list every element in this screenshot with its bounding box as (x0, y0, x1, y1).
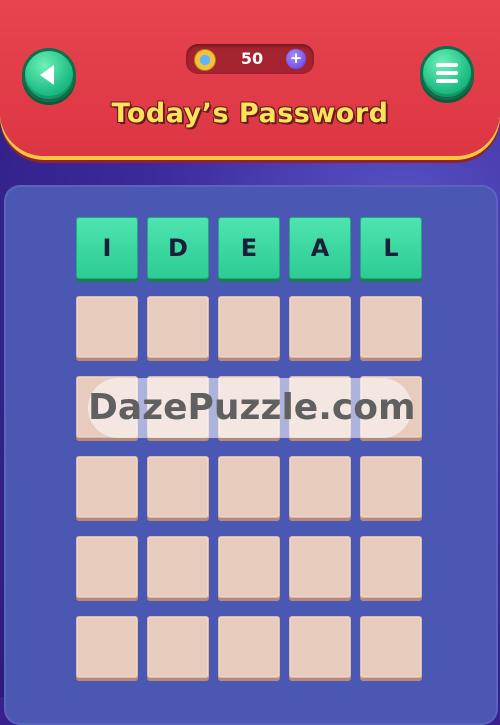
header-bar: 50 + Today’s Password (0, 0, 500, 156)
empty-tile (218, 296, 280, 358)
game-board: IDEAL (4, 185, 498, 725)
empty-tile (218, 616, 280, 678)
empty-tile (360, 456, 422, 518)
watermark: DazePuzzle.com (88, 378, 415, 438)
coin-value: 50 (240, 49, 264, 68)
empty-tile (147, 536, 209, 598)
letter-tile: L (360, 217, 422, 279)
empty-tile (147, 616, 209, 678)
add-coins-button[interactable]: + (286, 49, 306, 69)
empty-tile (289, 456, 351, 518)
letter-tile: D (147, 217, 209, 279)
empty-tile (289, 536, 351, 598)
empty-tile (218, 536, 280, 598)
menu-button[interactable] (420, 46, 474, 100)
empty-tile (147, 296, 209, 358)
empty-tile (218, 456, 280, 518)
letter-tile: I (76, 217, 138, 279)
empty-tile (289, 616, 351, 678)
empty-tile (76, 456, 138, 518)
empty-tile (360, 616, 422, 678)
empty-tile (76, 296, 138, 358)
empty-tile (360, 296, 422, 358)
menu-icon (436, 63, 458, 83)
empty-tile (76, 536, 138, 598)
empty-tile (147, 456, 209, 518)
empty-tile (76, 616, 138, 678)
empty-tile (360, 536, 422, 598)
letter-tile: A (289, 217, 351, 279)
letter-tile: E (218, 217, 280, 279)
back-arrow-icon (40, 65, 54, 85)
back-button[interactable] (22, 48, 76, 102)
coin-icon (194, 49, 216, 71)
page-title: Today’s Password (111, 98, 389, 129)
empty-tile (289, 296, 351, 358)
coin-counter: 50 + (186, 44, 314, 74)
